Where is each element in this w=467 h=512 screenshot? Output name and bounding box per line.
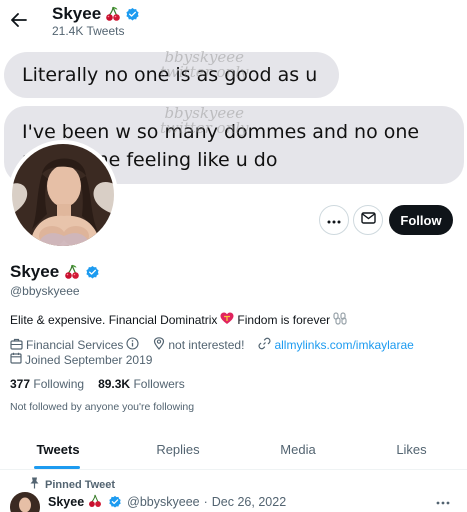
message-text: I've been w so many dommes and no one	[22, 121, 420, 143]
avatar-photo	[12, 144, 114, 246]
more-button[interactable]	[319, 205, 349, 235]
profile-header: Skyee 21.4K Tweets	[0, 0, 467, 44]
active-tab-indicator	[34, 466, 80, 469]
info-icon[interactable]	[126, 337, 139, 353]
message-bubble: Literally no one is as good as u	[4, 52, 340, 98]
profile-tabs: Tweets Replies Media Likes	[0, 428, 467, 470]
header-title: Skyee	[52, 4, 140, 24]
follow-counts: 377 Following 89.3K Followers	[10, 377, 185, 391]
profile-joined: Joined September 2019	[10, 352, 152, 367]
profile-meta: Financial Services not interested! allmy…	[10, 337, 414, 353]
message-text: Literally no one is as good as u	[22, 64, 318, 86]
tweet-author-handle: @bbyskyeee	[127, 495, 200, 509]
tweet-author-name[interactable]: Skyee	[48, 495, 84, 509]
verified-badge-icon	[108, 495, 123, 510]
verified-badge-icon	[125, 7, 140, 22]
followers-label: Followers	[133, 377, 185, 391]
bio-text: Elite & expensive. Financial Dominatrix	[10, 313, 218, 327]
following-label: Following	[33, 377, 85, 391]
profile-location: not interested!	[168, 338, 245, 352]
heart-emoji-icon	[220, 312, 234, 328]
tweet-separator: ·	[203, 495, 208, 509]
profile-website-link[interactable]: allmylinks.com/imkaylarae	[274, 338, 413, 352]
tab-likes[interactable]: Likes	[356, 428, 467, 470]
profile-category: Financial Services	[26, 338, 124, 352]
following-count: 377	[10, 377, 31, 391]
tab-media[interactable]: Media	[240, 428, 356, 470]
profile-handle: @bbyskyeee	[10, 284, 80, 298]
profile-avatar[interactable]	[8, 140, 118, 250]
tweet-more-icon[interactable]	[436, 492, 450, 508]
tweet-date[interactable]: Dec 26, 2022	[212, 495, 286, 509]
follow-button[interactable]: Follow	[389, 205, 453, 235]
link-icon	[258, 337, 271, 353]
briefcase-icon	[10, 338, 23, 353]
verified-badge-icon[interactable]	[85, 265, 100, 280]
pin-icon	[30, 477, 39, 492]
pinned-text: Pinned Tweet	[45, 478, 116, 491]
back-arrow-icon[interactable]	[8, 9, 30, 31]
tweet-avatar[interactable]	[10, 492, 40, 512]
location-pin-icon	[153, 337, 165, 353]
calendar-icon	[10, 352, 22, 367]
profile-name: Skyee	[10, 262, 100, 282]
cherry-emoji-icon	[64, 264, 80, 280]
joined-date: Joined September 2019	[25, 352, 153, 367]
header-name: Skyee	[52, 4, 102, 23]
followers-count: 89.3K	[98, 377, 131, 391]
bio-text-tail: Findom is forever	[237, 313, 331, 327]
more-icon	[327, 211, 341, 229]
message-icon	[360, 211, 376, 229]
profile-bio: Elite & expensive. Financial Dominatrix …	[10, 312, 347, 328]
following-link[interactable]: 377 Following	[10, 377, 84, 391]
chains-emoji-icon	[333, 312, 347, 328]
not-followed-note: Not followed by anyone you're following	[10, 401, 195, 413]
tweet-header: Skyee @bbyskyeee · Dec 26, 2022	[48, 494, 286, 510]
message-button[interactable]	[353, 205, 383, 235]
tab-replies[interactable]: Replies	[116, 428, 240, 470]
profile-name-text: Skyee	[10, 262, 60, 281]
pinned-tweet-label: Pinned Tweet	[30, 477, 115, 492]
cherry-emoji-icon	[88, 494, 104, 510]
tweet-count: 21.4K Tweets	[52, 24, 125, 38]
cherry-emoji-icon	[105, 6, 121, 22]
followers-link[interactable]: 89.3K Followers	[98, 377, 185, 391]
tab-tweets[interactable]: Tweets	[0, 428, 116, 470]
